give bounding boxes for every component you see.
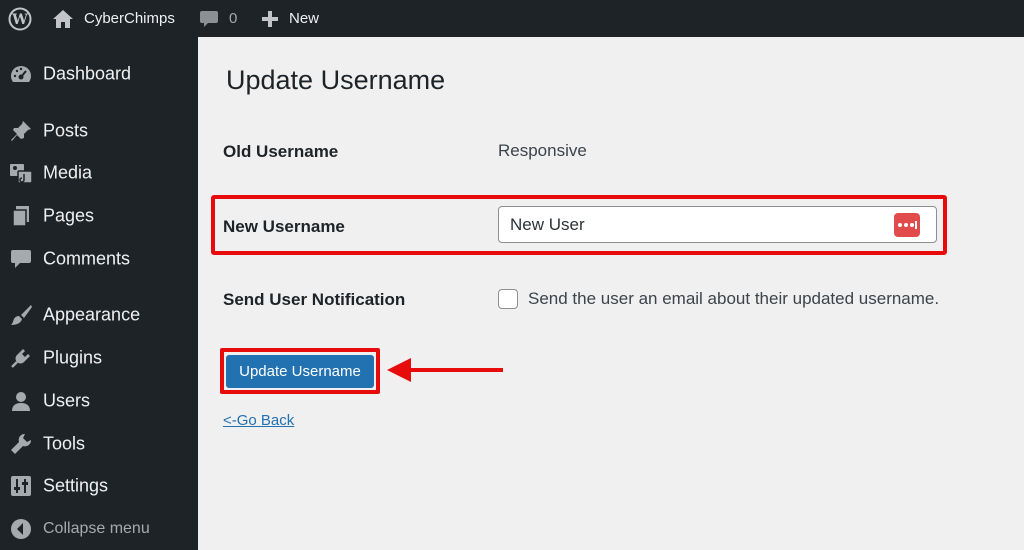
new-username-label: New Username (223, 217, 345, 236)
sidebar-item-label: Settings (43, 475, 109, 496)
sidebar-item-label: Users (43, 390, 91, 411)
plug-icon (8, 345, 34, 371)
sidebar-item-label: Appearance (43, 304, 141, 325)
sidebar-item-label: Pages (43, 205, 95, 226)
pages-icon (8, 203, 34, 229)
new-username-input[interactable] (499, 207, 879, 242)
update-username-button[interactable]: Update Username (226, 355, 374, 388)
admin-bar: W CyberChimps 0 New (0, 0, 1024, 37)
collapse-arrow-icon (8, 516, 34, 542)
new-content-link[interactable]: New (261, 0, 319, 37)
wrench-icon (8, 431, 34, 457)
sidebar-item-comments[interactable]: Comments (0, 239, 198, 279)
sidebar-item-label: Plugins (43, 347, 103, 368)
sidebar-item-pages[interactable]: Pages (0, 196, 198, 236)
new-label: New (289, 10, 320, 27)
comment-bubble-icon (199, 9, 219, 29)
sidebar-item-label: Media (43, 162, 93, 183)
send-notification-label: Send User Notification (223, 290, 406, 309)
go-back-link[interactable]: <-Go Back (223, 412, 294, 429)
admin-sidebar: Dashboard Posts Media Pages Comments App… (0, 37, 198, 550)
sidebar-item-label: Posts (43, 120, 89, 141)
pin-icon (8, 118, 34, 144)
dashboard-icon (8, 61, 34, 87)
old-username-label: Old Username (223, 142, 339, 161)
password-manager-icon[interactable] (894, 213, 920, 237)
sidebar-item-dashboard[interactable]: Dashboard (0, 54, 198, 94)
plus-icon (261, 10, 279, 28)
sidebar-item-settings[interactable]: Settings (0, 466, 198, 506)
red-arrow-annotation (387, 358, 503, 382)
page-title: Update Username (226, 65, 446, 95)
wordpress-logo-icon[interactable]: W (8, 0, 32, 37)
sidebar-item-appearance[interactable]: Appearance (0, 295, 198, 335)
sidebar-item-label: Comments (43, 248, 131, 269)
main-content: Update Username Old Username Responsive … (198, 37, 1024, 550)
comment-count: 0 (229, 10, 238, 27)
old-username-value: Responsive (498, 141, 587, 160)
sidebar-item-label: Tools (43, 433, 86, 454)
comments-link[interactable]: 0 (199, 0, 237, 37)
home-icon (52, 9, 74, 29)
user-icon (8, 388, 34, 414)
brush-icon (8, 302, 34, 328)
sidebar-item-posts[interactable]: Posts (0, 111, 198, 151)
site-name-link[interactable]: CyberChimps (52, 0, 175, 37)
sidebar-item-media[interactable]: Media (0, 153, 198, 193)
svg-text:W: W (11, 12, 28, 28)
comment-icon (8, 246, 34, 272)
sidebar-item-plugins[interactable]: Plugins (0, 338, 198, 378)
sidebar-item-users[interactable]: Users (0, 381, 198, 421)
media-icon (8, 160, 34, 186)
new-username-field[interactable] (498, 206, 937, 243)
collapse-menu-label: Collapse menu (43, 520, 150, 537)
site-name-label: CyberChimps (84, 10, 175, 27)
send-notification-checkbox[interactable] (498, 289, 518, 309)
send-notification-checkbox-label[interactable]: Send the user an email about their updat… (528, 289, 939, 309)
sliders-icon (8, 473, 34, 499)
sidebar-item-label: Dashboard (43, 63, 132, 84)
collapse-menu-button[interactable]: Collapse menu (0, 509, 198, 549)
sidebar-item-tools[interactable]: Tools (0, 424, 198, 464)
